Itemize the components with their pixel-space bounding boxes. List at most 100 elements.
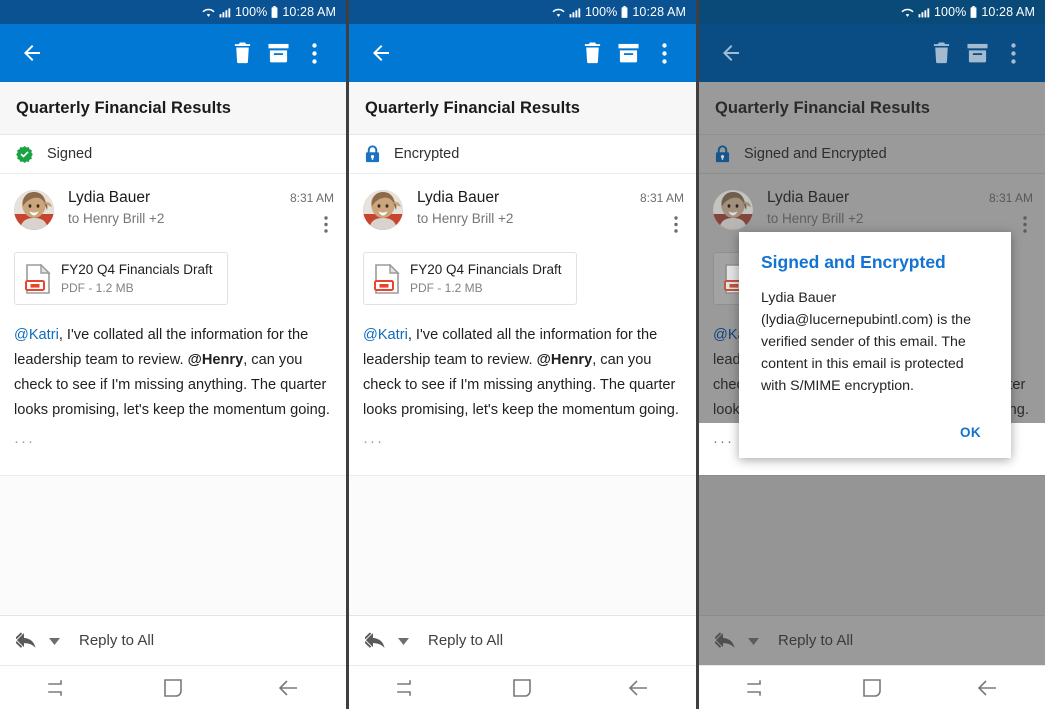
cellular-signal-icon: [918, 7, 930, 18]
home-button[interactable]: [143, 668, 203, 708]
pdf-file-icon: [374, 264, 400, 294]
reply-all-bar[interactable]: Reply to All: [349, 615, 696, 665]
recents-icon: [747, 680, 767, 696]
battery-icon: [621, 6, 628, 18]
mention-henry[interactable]: @Henry: [188, 352, 244, 368]
message-timestamp: 8:31 AM: [640, 191, 684, 205]
clock-label: 10:28 AM: [632, 5, 686, 19]
dialog-ok-button[interactable]: OK: [950, 417, 991, 448]
mention-henry[interactable]: @Henry: [537, 352, 593, 368]
home-icon: [863, 679, 881, 697]
panel-signed-encrypted: 100% 10:28 AM: [699, 0, 1045, 709]
wifi-icon: [901, 7, 914, 18]
attachment-name: FY20 Q4 Financials Draft: [61, 261, 213, 278]
avatar[interactable]: [363, 190, 403, 230]
reply-options-caret[interactable]: [748, 632, 759, 650]
mention-katri[interactable]: @Katri: [14, 327, 59, 343]
reply-options-caret[interactable]: [49, 632, 60, 650]
recents-button[interactable]: [727, 668, 787, 708]
status-bar-icons: 100% 10:28 AM: [901, 5, 1035, 19]
delete-button[interactable]: [923, 33, 959, 73]
overflow-menu-button[interactable]: [995, 33, 1031, 73]
archive-icon: [967, 43, 988, 63]
attachment-area: FY20 Q4 Financials Draft PDF - 1.2 MB: [0, 246, 346, 305]
attachment-text: FY20 Q4 Financials Draft PDF - 1.2 MB: [410, 261, 562, 296]
back-arrow-icon: [719, 41, 743, 65]
attachment-name: FY20 Q4 Financials Draft: [410, 261, 562, 278]
expand-quoted-text-button[interactable]: ···: [713, 437, 737, 455]
security-status-signed[interactable]: Signed: [0, 135, 346, 174]
home-button[interactable]: [842, 668, 902, 708]
message-sender-block: Lydia Bauer to Henry Brill +2: [68, 188, 290, 228]
reply-all-label: Reply to All: [428, 632, 503, 649]
message-header: Lydia Bauer to Henry Brill +2 8:31 AM: [349, 174, 696, 246]
android-back-button[interactable]: [608, 668, 668, 708]
recents-button[interactable]: [377, 668, 437, 708]
mention-katri[interactable]: @Katri: [363, 327, 408, 343]
android-back-icon: [278, 680, 298, 696]
home-icon: [164, 679, 182, 697]
kebab-menu-icon: [1023, 216, 1027, 233]
back-button[interactable]: [363, 33, 399, 73]
attachment-meta: PDF - 1.2 MB: [410, 280, 562, 296]
avatar[interactable]: [14, 190, 54, 230]
sender-name: Lydia Bauer: [767, 188, 989, 207]
recipients-line[interactable]: to Henry Brill +2: [417, 210, 640, 228]
status-bar-icons: 100% 10:28 AM: [202, 5, 336, 19]
message-overflow-button[interactable]: [318, 214, 334, 240]
security-status-signed-encrypted[interactable]: Signed and Encrypted: [699, 135, 1045, 174]
message-overflow-button[interactable]: [668, 214, 684, 240]
status-bar: 100% 10:28 AM: [349, 0, 696, 24]
android-back-icon: [977, 680, 997, 696]
attachment-area: FY20 Q4 Financials Draft PDF - 1.2 MB: [349, 246, 696, 305]
reply-all-bar[interactable]: Reply to All: [0, 615, 346, 665]
avatar-photo: [713, 190, 753, 230]
recents-button[interactable]: [28, 668, 88, 708]
clock-label: 10:28 AM: [981, 5, 1035, 19]
reply-all-label: Reply to All: [79, 632, 154, 649]
email-body: @Katri, I've collated all the informatio…: [0, 305, 346, 423]
reply-all-bar[interactable]: Reply to All: [699, 615, 1045, 665]
email-subject: Quarterly Financial Results: [699, 82, 1045, 135]
message-overflow-button[interactable]: [1017, 214, 1033, 240]
dialog-message: Lydia Bauer (lydia@lucernepubintl.com) i…: [761, 287, 991, 397]
android-back-button[interactable]: [258, 668, 318, 708]
clock-label: 10:28 AM: [282, 5, 336, 19]
avatar-photo: [14, 190, 54, 230]
home-button[interactable]: [492, 668, 552, 708]
delete-button[interactable]: [224, 33, 260, 73]
screenshot-stage: 100% 10:28 AM: [0, 0, 1045, 709]
security-status-encrypted[interactable]: Encrypted: [349, 135, 696, 174]
cellular-signal-icon: [569, 7, 581, 18]
email-body: @Katri, I've collated all the informatio…: [349, 305, 696, 423]
attachment-chip[interactable]: FY20 Q4 Financials Draft PDF - 1.2 MB: [363, 252, 577, 305]
trash-icon: [583, 42, 602, 64]
kebab-menu-icon: [674, 216, 678, 233]
attachment-chip[interactable]: FY20 Q4 Financials Draft PDF - 1.2 MB: [14, 252, 228, 305]
recipients-line[interactable]: to Henry Brill +2: [68, 210, 290, 228]
status-bar: 100% 10:28 AM: [0, 0, 346, 24]
sender-name: Lydia Bauer: [68, 188, 290, 207]
back-arrow-icon: [369, 41, 393, 65]
archive-button[interactable]: [260, 33, 296, 73]
archive-button[interactable]: [610, 33, 646, 73]
dialog-actions: OK: [761, 417, 991, 448]
panel-encrypted: 100% 10:28 AM: [349, 0, 696, 709]
kebab-menu-icon: [312, 43, 317, 64]
battery-percent-label: 100%: [934, 5, 966, 19]
avatar[interactable]: [713, 190, 753, 230]
overflow-menu-button[interactable]: [296, 33, 332, 73]
back-button[interactable]: [713, 33, 749, 73]
android-back-button[interactable]: [957, 668, 1017, 708]
archive-button[interactable]: [959, 33, 995, 73]
overflow-menu-button[interactable]: [646, 33, 682, 73]
expand-quoted-text-button[interactable]: ···: [14, 437, 38, 455]
back-button[interactable]: [14, 33, 50, 73]
expand-quoted-text-button[interactable]: ···: [363, 437, 387, 455]
body-filler: [349, 475, 696, 615]
battery-percent-label: 100%: [235, 5, 267, 19]
message-sender-block: Lydia Bauer to Henry Brill +2: [767, 188, 989, 228]
recipients-line[interactable]: to Henry Brill +2: [767, 210, 989, 228]
reply-options-caret[interactable]: [398, 632, 409, 650]
delete-button[interactable]: [574, 33, 610, 73]
